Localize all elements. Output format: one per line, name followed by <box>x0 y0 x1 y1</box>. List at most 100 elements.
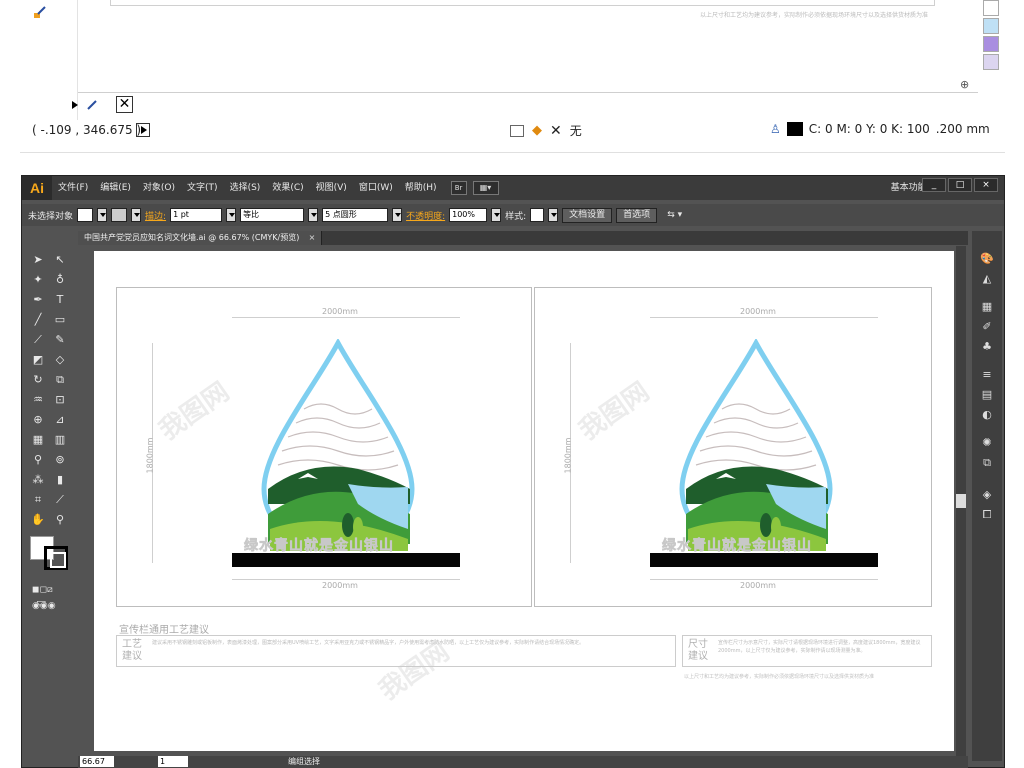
warp-icon[interactable]: ♒ <box>30 392 46 408</box>
panel-bottom-border <box>20 152 1005 153</box>
stroke-color-swatch[interactable] <box>44 546 68 570</box>
color-panel-icon[interactable]: ◭ <box>979 271 995 287</box>
menu-select[interactable]: 选择(S) <box>224 176 267 200</box>
menu-type[interactable]: 文字(T) <box>181 176 224 200</box>
color-guide-icon[interactable]: 🎨 <box>979 251 995 267</box>
pen-tool-icon[interactable]: ✒ <box>30 292 46 308</box>
brushes-icon[interactable]: ✐ <box>979 319 995 335</box>
stroke-color-box[interactable] <box>111 208 128 222</box>
view-icon[interactable] <box>510 124 524 137</box>
no-fill-icon[interactable]: ✕ <box>116 96 133 113</box>
zoom-tool-icon[interactable]: ⚲ <box>52 512 68 528</box>
swatch-light-blue[interactable] <box>983 18 999 34</box>
tool-mode[interactable]: 编组选择 <box>288 756 320 768</box>
swatch-purple[interactable] <box>983 36 999 52</box>
selection-status: 未选择对象 <box>28 211 74 222</box>
stroke-weight-dropdown[interactable] <box>226 208 237 222</box>
vertical-scrollbar[interactable] <box>956 246 966 756</box>
selection-arrows-icon[interactable] <box>70 96 110 110</box>
stroke-weight-field[interactable]: 1 pt <box>170 208 223 222</box>
fill-dropdown[interactable] <box>97 208 108 222</box>
play-button[interactable] <box>136 123 150 137</box>
symbols-icon[interactable]: ♣ <box>979 339 995 355</box>
zoom-field[interactable]: 66.67 <box>80 756 114 767</box>
blob-brush-icon[interactable]: ◩ <box>30 352 46 368</box>
gradient-icon[interactable]: ▥ <box>52 432 68 448</box>
rectangle-tool-icon[interactable]: ▭ <box>52 312 68 328</box>
rotate-icon[interactable]: ↻ <box>30 372 46 388</box>
menu-edit[interactable]: 编辑(E) <box>94 176 137 200</box>
style-dropdown[interactable] <box>548 208 559 222</box>
eraser-icon[interactable]: ◇ <box>52 352 68 368</box>
menu-file[interactable]: 文件(F) <box>52 176 94 200</box>
brush-field[interactable]: 5 点圆形 <box>322 208 389 222</box>
selection-tool-icon[interactable]: ➤ <box>30 252 46 268</box>
magic-wand-icon[interactable]: ✦ <box>30 272 46 288</box>
swatch-white[interactable] <box>983 0 999 16</box>
scale-icon[interactable]: ⧉ <box>52 372 68 388</box>
close-button[interactable]: × <box>974 178 998 192</box>
opacity-dropdown[interactable] <box>491 208 502 222</box>
arrange-icon[interactable]: ⇆ ▾ <box>667 210 682 220</box>
shape-builder-icon[interactable]: ⊕ <box>30 412 46 428</box>
minimize-button[interactable]: _ <box>922 178 946 192</box>
blend-icon[interactable]: ⊚ <box>52 452 68 468</box>
type-tool-icon[interactable]: T <box>52 292 68 308</box>
stroke-color-dropdown[interactable] <box>131 208 142 222</box>
maximize-button[interactable]: □ <box>948 178 972 192</box>
stroke-profile-dropdown[interactable] <box>308 208 319 222</box>
lasso-icon[interactable]: ♁ <box>52 272 68 288</box>
transparency-icon[interactable]: ◐ <box>979 407 995 423</box>
arrange-documents-button[interactable]: ▦▾ <box>472 181 499 195</box>
black-swatch[interactable] <box>786 122 803 136</box>
menu-view[interactable]: 视图(V) <box>310 176 353 200</box>
line-tool-icon[interactable]: ╱ <box>30 312 46 328</box>
preferences-button[interactable]: 首选项 <box>616 207 658 223</box>
graph-tool-icon[interactable]: ▮ <box>52 472 68 488</box>
slice-tool-icon[interactable]: ⟋ <box>52 492 68 508</box>
screen-mode-icon[interactable]: ▭ <box>36 596 54 610</box>
symbol-sprayer-icon[interactable]: ⁂ <box>30 472 46 488</box>
menu-object[interactable]: 对象(O) <box>137 176 181 200</box>
menu-effect[interactable]: 效果(C) <box>266 176 309 200</box>
artboard-tool-icon[interactable]: ⌗ <box>30 492 46 508</box>
scroll-thumb[interactable] <box>956 494 966 508</box>
artboards-icon[interactable]: ⧠ <box>979 507 995 523</box>
document-setup-button[interactable]: 文档设置 <box>562 207 613 223</box>
zoom-icon[interactable]: ⊕ <box>960 78 974 92</box>
hand-tool-icon[interactable]: ✋ <box>30 512 46 528</box>
graphic-styles-icon[interactable]: ⧉ <box>979 455 995 471</box>
swatches-icon[interactable]: ▦ <box>979 299 995 315</box>
eyedropper-tool-icon[interactable]: ⚲ <box>30 452 46 468</box>
direct-selection-icon[interactable]: ↖ <box>52 252 68 268</box>
paintbrush-icon[interactable]: ⟋ <box>30 332 46 348</box>
pencil-icon[interactable]: ✎ <box>52 332 68 348</box>
layers-icon[interactable]: ◈ <box>979 487 995 503</box>
perspective-icon[interactable]: ⊿ <box>52 412 68 428</box>
gradient-panel-icon[interactable]: ▤ <box>979 387 995 403</box>
free-transform-icon[interactable]: ⊡ <box>52 392 68 408</box>
brush-dropdown[interactable] <box>392 208 403 222</box>
menu-window[interactable]: 窗口(W) <box>353 176 399 200</box>
close-tab-icon[interactable]: × <box>309 231 316 245</box>
side-dimension-right: 1800mm <box>563 437 573 474</box>
document-tab[interactable]: 中国共产党党员应知名词文化墙.ai @ 66.67% (CMYK/预览) × <box>78 231 323 245</box>
slogan-left: 绿水青山就是金山银山 <box>244 538 394 555</box>
style-swatch[interactable] <box>530 208 545 222</box>
stroke-label[interactable]: 描边: <box>145 209 166 222</box>
stroke-profile-field[interactable]: 等比 <box>240 208 305 222</box>
opacity-label[interactable]: 不透明度: <box>406 209 445 222</box>
top-dimension-line-right <box>650 317 878 318</box>
stroke-panel-icon[interactable]: ≡ <box>979 367 995 383</box>
appearance-icon[interactable]: ✺ <box>979 435 995 451</box>
mesh-icon[interactable]: ▦ <box>30 432 46 448</box>
eyedropper-icon[interactable] <box>32 4 48 20</box>
illustrator-window: Ai 文件(F) 编辑(E) 对象(O) 文字(T) 选择(S) 效果(C) 视… <box>21 175 1005 768</box>
opacity-field[interactable]: 100% <box>449 208 488 222</box>
menu-help[interactable]: 帮助(H) <box>399 176 443 200</box>
bridge-button[interactable]: Br <box>450 181 467 195</box>
paint-bucket-icon[interactable]: ◆ <box>532 123 542 138</box>
fill-color-box[interactable] <box>77 208 94 222</box>
page-field[interactable]: 1 <box>158 756 188 767</box>
swatch-lavender[interactable] <box>983 54 999 70</box>
